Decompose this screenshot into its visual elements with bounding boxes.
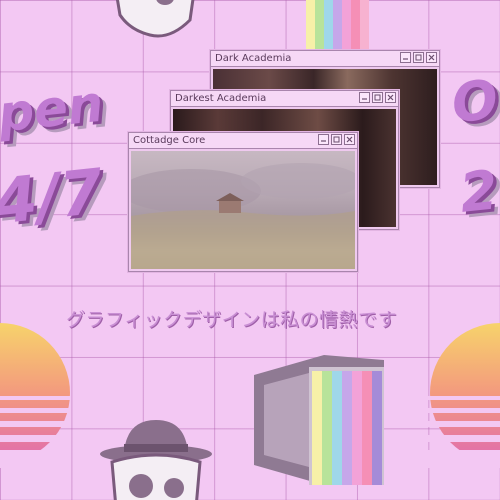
maximize-icon[interactable] bbox=[413, 52, 424, 63]
japanese-caption: グラフィックデザインは私の情熱です bbox=[66, 309, 398, 331]
window-titlebar[interactable]: Cottadge Core bbox=[129, 133, 357, 149]
crt-monitor-decoration bbox=[254, 355, 384, 485]
close-icon[interactable] bbox=[385, 92, 396, 103]
maximize-icon[interactable] bbox=[372, 92, 383, 103]
wallpaper-word-right: O bbox=[448, 67, 500, 136]
window-title: Darkest Academia bbox=[175, 93, 267, 104]
skull-hat-decoration bbox=[100, 420, 212, 500]
window-title: Cottadge Core bbox=[133, 135, 206, 146]
window-titlebar[interactable]: Dark Academia bbox=[211, 51, 439, 67]
minimize-icon[interactable] bbox=[318, 134, 329, 145]
wallpaper-number-right: 2 bbox=[456, 158, 500, 225]
minimize-icon[interactable] bbox=[400, 52, 411, 63]
window-image-meadow bbox=[131, 151, 355, 269]
desktop-wallpaper: pen 4/7 O 2 グラフィックデザインは私の情熱です Dark Acade… bbox=[0, 0, 500, 500]
sunset-decoration-right bbox=[428, 323, 500, 468]
close-icon[interactable] bbox=[344, 134, 355, 145]
window-titlebar[interactable]: Darkest Academia bbox=[171, 91, 398, 107]
skull-top-decoration bbox=[115, 0, 195, 38]
wallpaper-numbers-left: 4/7 bbox=[0, 154, 107, 239]
sunset-decoration-left bbox=[0, 323, 70, 468]
maximize-icon[interactable] bbox=[331, 134, 342, 145]
cottage-illustration bbox=[131, 163, 355, 269]
minimize-icon[interactable] bbox=[359, 92, 370, 103]
window-title: Dark Academia bbox=[215, 53, 292, 64]
window-cottage-core[interactable]: Cottadge Core bbox=[128, 132, 358, 272]
wallpaper-word-left: pen bbox=[0, 74, 107, 144]
close-icon[interactable] bbox=[426, 52, 437, 63]
